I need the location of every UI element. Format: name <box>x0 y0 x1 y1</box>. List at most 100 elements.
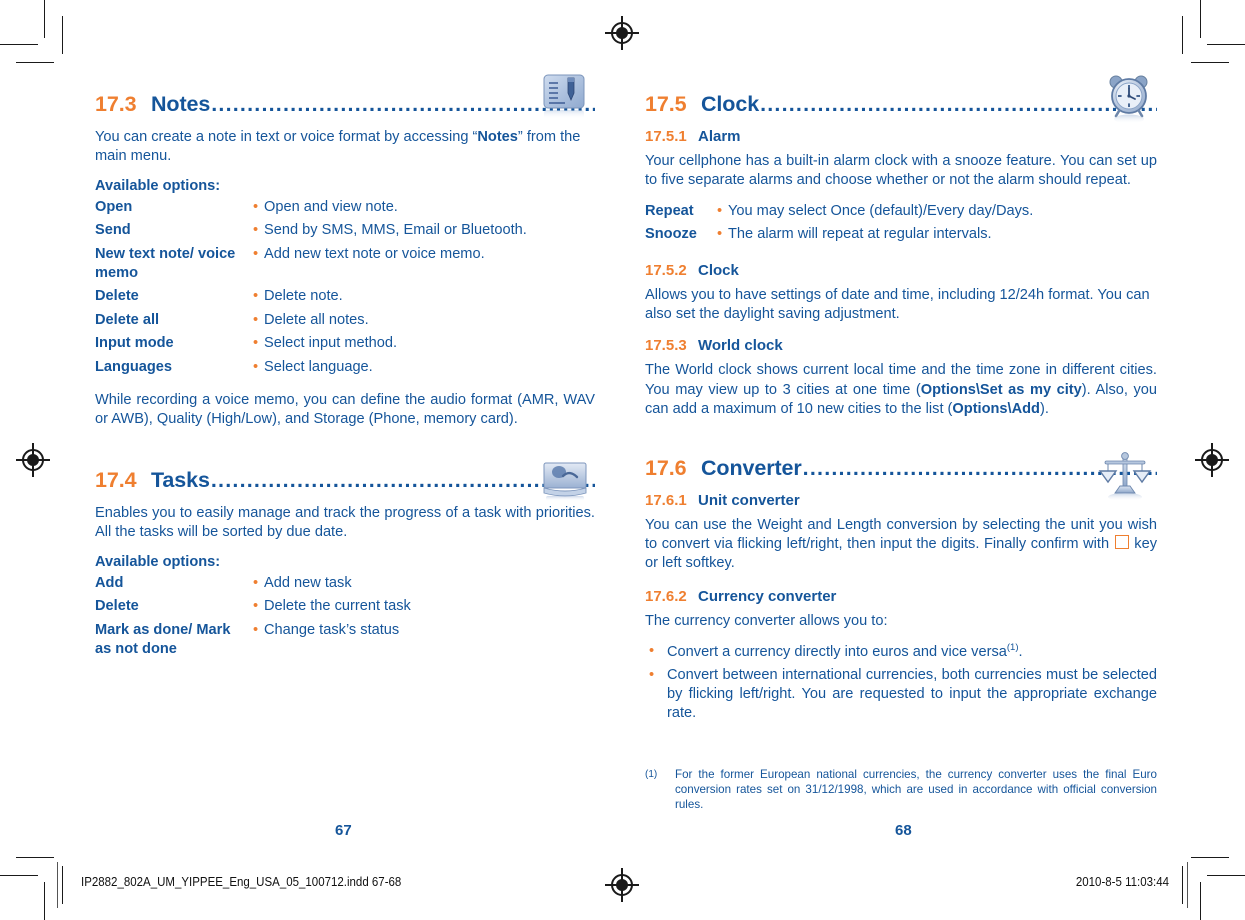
unit-converter-paragraph: You can use the Weight and Length conver… <box>645 516 1157 574</box>
heading-converter-number: 17.6 <box>645 455 687 480</box>
notes-option-value: • Send by SMS, MMS, Email or Bluetooth. <box>253 221 595 244</box>
bullet-icon: • <box>253 311 259 328</box>
crop-mark-br-v <box>1199 882 1201 920</box>
registration-mark-right <box>1195 443 1229 477</box>
currency-converter-intro: The currency converter allows you to: <box>645 612 888 629</box>
notes-option-value: • Delete all notes. <box>253 311 595 334</box>
table-row: Input mode • Select input method. <box>95 334 595 357</box>
heading-world-clock: 17.5.3 World clock <box>645 337 1157 354</box>
notes-option-value-text: Open and view note. <box>264 198 398 215</box>
notes-intro-bold: Notes <box>477 129 518 145</box>
alarm-option-key: Snooze <box>645 226 697 243</box>
tasks-options-table: Add • Add new task Delete • Delete the cur… <box>95 574 595 664</box>
heading-converter-title: Converter <box>701 455 802 480</box>
notes-option-key: Open <box>95 198 133 215</box>
heading-alarm-title: Alarm <box>698 128 741 145</box>
tasks-option-value-text: Change task’s status <box>264 621 400 638</box>
notes-option-key: Input mode <box>95 335 174 352</box>
bullet-icon: • <box>253 598 259 615</box>
heading-world-clock-title: World clock <box>698 337 783 355</box>
crop-mark-tr-h <box>1207 44 1245 46</box>
list-item: • Convert between international currencie… <box>645 666 1157 724</box>
notes-option-value-text: Select language. <box>264 358 373 375</box>
notes-option-value: • Select language. <box>253 358 595 381</box>
notes-option-key: Languages <box>95 358 173 375</box>
currency-bullet-text: Convert between international currencies… <box>667 666 1157 722</box>
footnote-marker: (1) <box>645 769 658 780</box>
bullet-icon: • <box>253 574 259 591</box>
bullet-icon: • <box>253 198 259 215</box>
tasks-intro-paragraph: Enables you to easily manage and track t… <box>95 504 595 541</box>
heading-notes-title: Notes <box>151 92 211 116</box>
heading-tasks-leader: ........................................… <box>210 467 595 492</box>
crop-mark-bl2-h <box>16 856 54 858</box>
page-number-right: 68 <box>895 822 912 839</box>
balance-scale-icon <box>1097 449 1153 506</box>
tasks-option-value-text: Add new task <box>264 574 352 591</box>
notes-closing-paragraph: While recording a voice memo, you can de… <box>95 392 595 428</box>
heading-notes: 17.3 Notes .............................… <box>95 92 595 117</box>
alarm-option-value: • You may select Once (default)/Every day… <box>717 202 1157 225</box>
notes-option-key: Delete <box>95 288 139 305</box>
heading-world-clock-number: 17.5.3 <box>645 337 687 355</box>
notes-option-key: Send <box>95 222 131 239</box>
tasks-option-value-text: Delete the current task <box>264 598 411 615</box>
list-item: • Convert a currency directly into euros … <box>645 642 1157 662</box>
bullet-icon: • <box>717 202 723 219</box>
tasks-option-value: • Add new task <box>253 574 595 597</box>
heading-currency-converter: 17.6.2 Currency converter <box>645 588 1157 605</box>
notes-options-table: Open • Open and view note. Send • Send by … <box>95 198 595 381</box>
world-clock-bold-b: Options\Add <box>952 401 1040 418</box>
heading-clock-number: 17.5 <box>645 92 687 116</box>
notes-option-value: • Delete note. <box>253 287 595 310</box>
alarm-option-key: Repeat <box>645 202 694 219</box>
crop-mark-br-h <box>1207 874 1245 876</box>
notes-option-value-text: Delete note. <box>264 288 343 305</box>
heading-clock-sub-title: Clock <box>698 261 739 279</box>
heading-notes-number: 17.3 <box>95 92 137 116</box>
bullet-icon: • <box>649 643 655 660</box>
footnote-marker: (1) <box>1006 642 1019 654</box>
clock-sub-paragraph: Allows you to have settings of date and … <box>645 286 1150 323</box>
heading-clock-title: Clock <box>701 92 760 116</box>
print-datetime: 2010-8-5 11:03:44 <box>1075 876 1169 890</box>
table-row: Mark as done/ Mark as not done • Change t… <box>95 621 595 664</box>
currency-converter-bullet-list: • Convert a currency directly into euros … <box>645 642 1157 723</box>
bullet-icon: • <box>253 358 259 375</box>
notes-option-value: • Add new text note or voice memo. <box>253 245 595 288</box>
table-row: Delete • Delete the current task <box>95 597 595 620</box>
notes-available-options-label: Available options: <box>95 177 221 194</box>
crop-mark-tl-v <box>44 0 46 38</box>
page-number-left: 67 <box>335 822 352 839</box>
tasks-option-key: Mark as done/ Mark as not done <box>95 621 231 657</box>
page-left-content: 17.3 Notes .............................… <box>95 74 595 665</box>
alarm-clock-icon <box>1105 74 1153 129</box>
crop-mark-br2-h <box>1191 856 1229 858</box>
heading-converter: 17.6 Converter .........................… <box>645 456 1157 481</box>
table-row: Delete • Delete note. <box>95 287 595 310</box>
currency-bullet-tail: . <box>1018 644 1023 661</box>
manual-spread: 17.3 Notes .............................… <box>57 22 1188 872</box>
notes-option-value-text: Select input method. <box>264 335 398 352</box>
tasks-available-options-label: Available options: <box>95 553 221 570</box>
bullet-icon: • <box>253 288 259 305</box>
notes-option-value: • Select input method. <box>253 334 595 357</box>
print-info-bar: IP2882_802A_UM_YIPPEE_Eng_USA_05_100712.… <box>57 862 1188 908</box>
notes-option-value-text: Add new text note or voice memo. <box>264 245 485 262</box>
notes-option-value: • Open and view note. <box>253 198 595 221</box>
crop-mark-bl-h <box>0 874 38 876</box>
heading-notes-leader: ........................................… <box>211 92 595 116</box>
tasks-option-key: Delete <box>95 598 139 615</box>
table-row: Send • Send by SMS, MMS, Email or Bluetoo… <box>95 221 595 244</box>
heading-tasks-title: Tasks <box>151 467 210 492</box>
tasks-scroll-icon <box>541 460 589 507</box>
crop-mark-tl2-h <box>16 62 54 64</box>
table-row: Delete all • Delete all notes. <box>95 311 595 334</box>
notes-intro-a: You can create a note in text or voice f… <box>95 129 478 145</box>
heading-tasks-number: 17.4 <box>95 467 137 492</box>
heading-clock-sub-number: 17.5.2 <box>645 261 687 279</box>
tasks-option-key: Add <box>95 574 124 591</box>
alarm-paragraph: Your cellphone has a built-in alarm cloc… <box>645 153 1157 189</box>
footnote-text: For the former European national currenc… <box>675 768 1157 812</box>
crop-mark-tr-v <box>1199 0 1201 38</box>
